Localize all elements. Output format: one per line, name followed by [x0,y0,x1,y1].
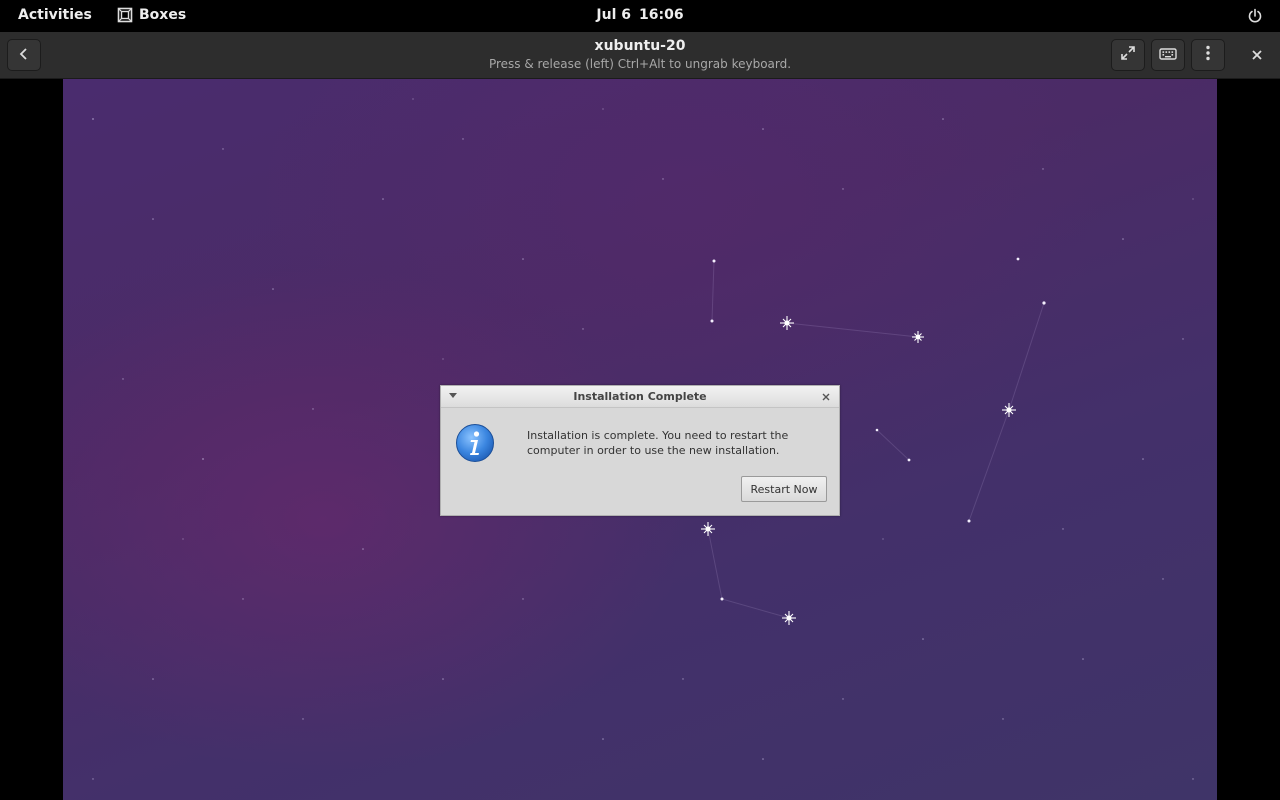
vertical-dots-icon [1206,45,1210,65]
clock[interactable]: Jul 6 16:06 [0,7,1280,23]
restart-now-button[interactable]: Restart Now [741,476,827,502]
dialog-titlebar[interactable]: Installation Complete [441,386,839,408]
fullscreen-icon [1120,45,1136,65]
info-icon [455,423,495,463]
dialog-title: Installation Complete [573,390,707,403]
keyboard-button[interactable] [1151,39,1185,71]
close-icon [1251,46,1263,65]
menu-button[interactable] [1191,39,1225,71]
header-bar: xubuntu-20 Press & release (left) Ctrl+A… [0,32,1280,79]
power-icon[interactable] [1247,8,1263,24]
machine-title: xubuntu-20 [594,38,686,54]
vm-display[interactable]: Installation Complete Installation is co… [63,79,1217,800]
dialog-message: Installation is complete. You need to re… [527,429,789,457]
close-button[interactable] [1240,39,1274,71]
clock-date: Jul 6 [596,7,631,23]
keyboard-icon [1159,46,1177,65]
fullscreen-button[interactable] [1111,39,1145,71]
close-icon[interactable] [819,389,833,403]
ungrab-hint: Press & release (left) Ctrl+Alt to ungra… [488,57,792,71]
installation-complete-dialog: Installation Complete Installation is co… [440,385,840,516]
top-bar: Activities Boxes Jul 6 16:06 [0,0,1280,32]
clock-time: 16:06 [639,7,684,23]
